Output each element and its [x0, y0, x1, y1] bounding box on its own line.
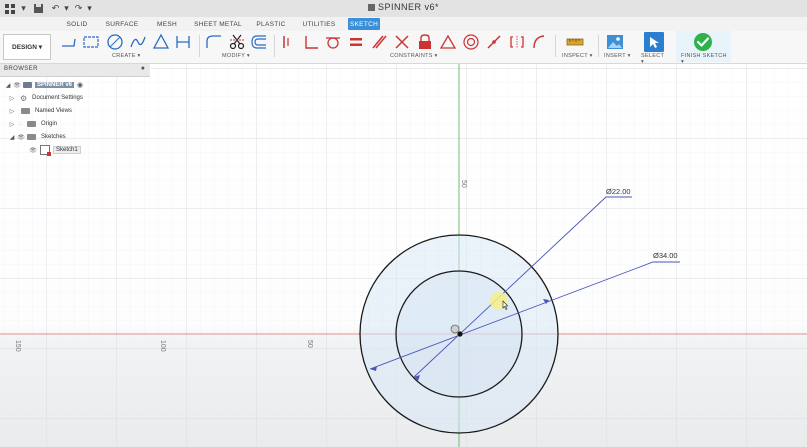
line-tool-icon[interactable]	[60, 33, 78, 51]
collapse-arrow-icon[interactable]: ◢	[8, 134, 16, 141]
sketch-point-icon[interactable]	[450, 324, 460, 334]
visibility-eye-icon[interactable]: 👁	[16, 134, 26, 141]
tab-mesh[interactable]: MESH	[152, 18, 182, 30]
browser-node-label: Document Settings	[32, 95, 83, 101]
tab-sketch[interactable]: SKETCH	[348, 18, 380, 30]
visibility-eye-icon[interactable]: 👁	[28, 147, 38, 154]
finish-sketch-check-icon[interactable]	[693, 32, 713, 52]
toolbar-separator	[598, 35, 599, 57]
browser-title: BROWSER	[4, 66, 38, 72]
arc-tool-icon[interactable]	[129, 33, 147, 51]
workspace-switcher-button[interactable]: DESIGN ▾	[3, 34, 51, 60]
tangent-constraint-icon[interactable]	[324, 33, 342, 51]
tab-utilities[interactable]: UTILITIES	[300, 18, 338, 30]
visibility-eye-hidden-icon[interactable]: ◌	[16, 121, 26, 127]
browser-header: BROWSER ●	[0, 64, 150, 77]
expand-arrow-icon[interactable]: ▷	[8, 95, 16, 102]
select-block: SELECT ▾	[641, 31, 668, 65]
axis-label-h3: 50	[306, 340, 313, 348]
collinear-constraint-icon[interactable]	[485, 33, 503, 51]
inner-diameter-dimension[interactable]: Ø22.00	[606, 187, 631, 196]
circle-tool-icon[interactable]	[106, 33, 124, 51]
sketch-toolbar: DESIGN ▾ CREATE ▾ MODIFY ▾ CONSTRAINTS ▾…	[0, 31, 807, 65]
title-bar: ▾ ↶ ▾ ↷ ▾ SPINNER v6*	[0, 0, 807, 18]
constraints-group-label[interactable]: CONSTRAINTS ▾	[390, 53, 438, 59]
tab-solid[interactable]: SOLID	[62, 18, 92, 30]
trim-tool-icon[interactable]	[228, 33, 246, 51]
project-tool-icon[interactable]	[174, 33, 192, 51]
curvature-constraint-icon[interactable]	[530, 33, 548, 51]
axis-label-h2: 100	[159, 340, 166, 352]
parallel-constraint-icon[interactable]	[370, 33, 388, 51]
browser-node-label: Sketches	[41, 134, 66, 140]
expand-arrow-icon[interactable]: ▷	[8, 121, 16, 128]
folder-icon	[27, 134, 36, 140]
folder-icon	[27, 121, 36, 127]
axis-label-vertical: 50	[460, 180, 467, 188]
browser-panel: BROWSER ● ◢ 👁 SPINNER v6 ◉ ▷ ⚙ Document …	[0, 64, 150, 160]
gear-icon: ⚙	[20, 93, 28, 103]
fillet-tool-icon[interactable]	[205, 33, 223, 51]
browser-node-document-settings[interactable]: ▷ ⚙ Document Settings	[8, 92, 85, 104]
browser-node-label: Named Views	[35, 108, 72, 114]
browser-node-label: SPINNER v6	[35, 82, 75, 88]
collapse-arrow-icon[interactable]: ◢	[4, 82, 12, 89]
select-arrow-icon[interactable]	[644, 32, 664, 52]
workspace-tabs: SOLID SURFACE MESH SHEET METAL PLASTIC U…	[0, 17, 807, 31]
insert-image-icon[interactable]	[606, 33, 624, 51]
cube-icon	[367, 4, 375, 11]
symmetry-constraint-icon[interactable]	[508, 33, 526, 51]
browser-node-sketch1[interactable]: 👁 Sketch1	[28, 144, 81, 156]
measure-tool-icon[interactable]	[566, 33, 584, 51]
browser-node-label: Sketch1	[53, 146, 81, 154]
outer-diameter-dimension[interactable]: Ø34.00	[653, 251, 678, 260]
finish-sketch-block: FINISH SKETCH ▾	[676, 31, 731, 65]
toolbar-separator	[199, 35, 200, 57]
modify-group-label[interactable]: MODIFY ▾	[222, 53, 250, 59]
equal-constraint-icon[interactable]	[347, 33, 365, 51]
polygon-tool-icon[interactable]	[152, 33, 170, 51]
fusion-app: ▾ ↶ ▾ ↷ ▾ SPINNER v6* SOLID SURFACE MESH…	[0, 0, 807, 447]
browser-node-sketches[interactable]: ◢ 👁 Sketches	[8, 131, 68, 143]
rectangle-tool-icon[interactable]	[82, 33, 100, 51]
browser-node-label: Origin	[41, 121, 58, 127]
coincident-constraint-icon[interactable]	[280, 33, 298, 51]
toolbar-separator	[555, 35, 556, 57]
axis-label-h1: 150	[14, 340, 21, 352]
activate-radio-icon[interactable]: ◉	[77, 81, 83, 89]
lock-constraint-icon[interactable]	[416, 33, 434, 51]
expand-arrow-icon[interactable]: ▷	[8, 108, 16, 115]
document-title-text: SPINNER v6*	[377, 2, 440, 12]
browser-node-root[interactable]: ◢ 👁 SPINNER v6 ◉	[4, 79, 83, 91]
toolbar-separator	[274, 35, 275, 57]
center-point[interactable]	[457, 331, 463, 337]
offset-tool-icon[interactable]	[250, 33, 268, 51]
folder-icon	[21, 108, 30, 114]
perpendicular-constraint-icon[interactable]	[302, 33, 320, 51]
browser-node-named-views[interactable]: ▷ Named Views	[8, 105, 74, 117]
create-group-label[interactable]: CREATE ▾	[112, 53, 141, 59]
concentric-constraint-icon[interactable]	[462, 33, 480, 51]
component-icon	[23, 82, 32, 88]
sketch-icon	[40, 145, 51, 156]
midpoint-constraint-icon[interactable]	[439, 33, 457, 51]
tab-surface[interactable]: SURFACE	[103, 18, 141, 30]
browser-node-origin[interactable]: ▷ ◌ Origin	[8, 118, 59, 130]
tab-plastic[interactable]: PLASTIC	[252, 18, 290, 30]
tab-sheet-metal[interactable]: SHEET METAL	[193, 18, 243, 30]
insert-group-label[interactable]: INSERT ▾	[604, 53, 631, 59]
visibility-eye-icon[interactable]: 👁	[12, 82, 22, 89]
fix-constraint-icon[interactable]	[393, 33, 411, 51]
browser-collapse-icon[interactable]: ●	[141, 65, 145, 72]
document-title: SPINNER v6*	[0, 2, 807, 12]
inspect-group-label[interactable]: INSPECT ▾	[562, 53, 593, 59]
